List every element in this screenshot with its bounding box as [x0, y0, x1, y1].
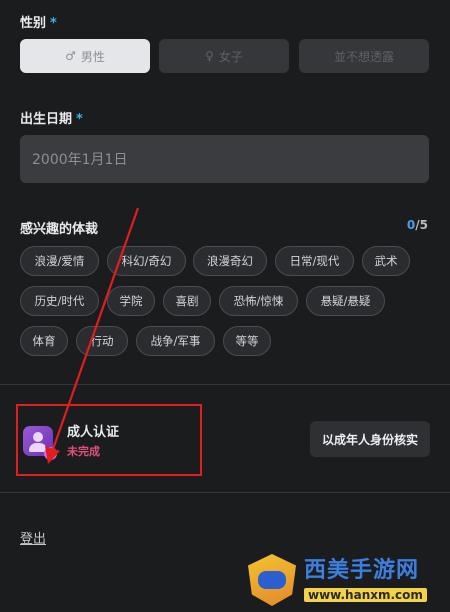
watermark-url: www.hanxm.com	[304, 588, 427, 602]
gamepad-logo-icon	[248, 554, 296, 606]
watermark-title: 西美手游网	[304, 558, 420, 583]
watermark: 西美手游网 www.hanxm.com	[248, 550, 444, 610]
annotation-arrow	[45, 207, 140, 464]
